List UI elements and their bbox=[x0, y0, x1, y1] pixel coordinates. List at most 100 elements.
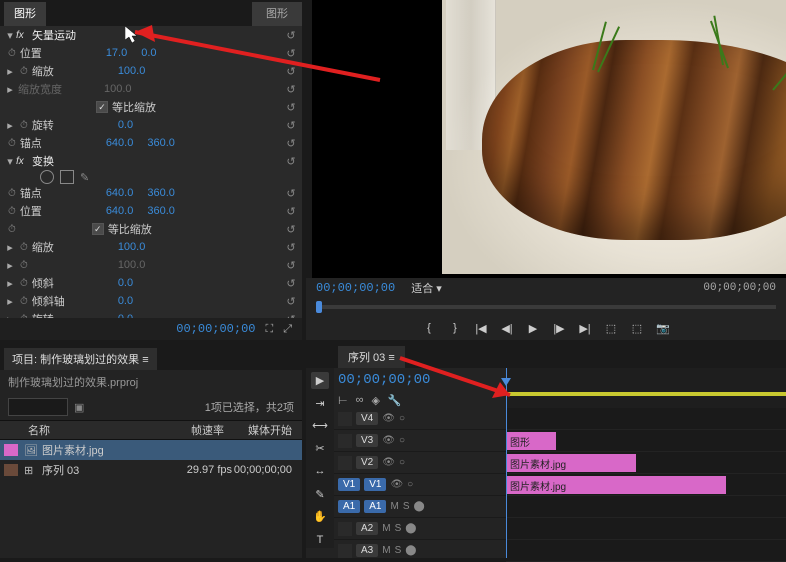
track-row-a1[interactable] bbox=[506, 496, 786, 518]
scale-value[interactable]: 100.0 bbox=[118, 65, 160, 77]
type-tool[interactable]: T bbox=[311, 531, 329, 548]
mute-button[interactable]: M bbox=[390, 501, 398, 512]
marker-icon[interactable]: ◈ bbox=[371, 394, 379, 407]
twirl-icon[interactable]: ▸ bbox=[4, 65, 16, 78]
twirl-icon[interactable]: ▸ bbox=[4, 83, 16, 96]
t-skewaxis-value[interactable]: 0.0 bbox=[118, 295, 147, 307]
t-anchor-x[interactable]: 640.0 bbox=[106, 187, 148, 199]
twirl-icon[interactable]: ▸ bbox=[4, 295, 16, 308]
source-patch[interactable] bbox=[338, 544, 352, 558]
track-label[interactable]: V3 bbox=[356, 434, 378, 447]
stopwatch-icon[interactable]: ⏱ bbox=[20, 278, 28, 289]
track-row-v3[interactable]: 图形 bbox=[506, 430, 786, 452]
track-row-v4[interactable] bbox=[506, 408, 786, 430]
reset-icon[interactable]: ↺ bbox=[284, 295, 298, 308]
lock-icon[interactable]: ○ bbox=[399, 457, 405, 468]
twirl-icon[interactable]: ▸ bbox=[4, 259, 16, 272]
go-to-out-button[interactable]: ▶| bbox=[575, 320, 595, 336]
stopwatch-icon[interactable]: ⏱ bbox=[20, 66, 28, 77]
play-button[interactable]: ▶ bbox=[523, 320, 543, 336]
timeline-timecode[interactable]: 00;00;00;00 bbox=[338, 372, 502, 388]
eye-icon[interactable]: 👁 bbox=[382, 457, 395, 468]
lift-button[interactable]: ⬚ bbox=[601, 320, 621, 336]
source-patch-v1[interactable]: V1 bbox=[338, 478, 360, 491]
step-back-button[interactable]: ◀| bbox=[497, 320, 517, 336]
solo-button[interactable]: S bbox=[395, 545, 402, 556]
t-uniform-scale-checkbox[interactable]: 等比缩放 bbox=[92, 221, 152, 237]
tab-menu-icon[interactable]: ≡ bbox=[142, 354, 148, 366]
reset-icon[interactable]: ↺ bbox=[284, 223, 298, 236]
tab-menu-icon[interactable]: ≡ bbox=[388, 352, 394, 364]
reset-icon[interactable]: ↺ bbox=[284, 65, 298, 78]
zoom-icon[interactable]: ⛶ bbox=[265, 323, 273, 336]
reset-icon[interactable]: ↺ bbox=[284, 101, 298, 114]
source-patch[interactable] bbox=[338, 412, 352, 426]
stopwatch-icon[interactable]: ⏱ bbox=[8, 48, 16, 59]
reset-icon[interactable]: ↺ bbox=[284, 47, 298, 60]
reset-icon[interactable]: ↺ bbox=[284, 205, 298, 218]
stopwatch-icon[interactable]: ⏱ bbox=[8, 188, 16, 199]
track-label[interactable]: V2 bbox=[356, 456, 378, 469]
reset-icon[interactable]: ↺ bbox=[284, 29, 298, 42]
effect-timecode[interactable]: 00;00;00;00 bbox=[176, 322, 255, 336]
col-framerate[interactable]: 帧速率 bbox=[154, 422, 224, 438]
reset-icon[interactable]: ↺ bbox=[284, 277, 298, 290]
solo-button[interactable]: S bbox=[395, 523, 402, 534]
pen-mask-icon[interactable]: ✎ bbox=[80, 171, 89, 184]
track-label[interactable]: A1 bbox=[364, 500, 386, 513]
reset-icon[interactable]: ↺ bbox=[284, 187, 298, 200]
reset-icon[interactable]: ↺ bbox=[284, 83, 298, 96]
project-tab[interactable]: 项目: 制作玻璃划过的效果 ≡ bbox=[4, 348, 157, 370]
lock-icon[interactable]: ○ bbox=[399, 413, 405, 424]
track-row-v1[interactable]: 图片素材.jpg bbox=[506, 474, 786, 496]
snap-icon[interactable]: ⊢ bbox=[338, 394, 348, 407]
program-timecode[interactable]: 00;00;00;00 bbox=[316, 281, 395, 295]
stopwatch-icon[interactable]: ⏱ bbox=[8, 138, 16, 149]
source-patch[interactable] bbox=[338, 434, 352, 448]
stopwatch-icon[interactable]: ⏱ bbox=[20, 296, 28, 307]
solo-button[interactable]: S bbox=[403, 501, 410, 512]
timeline-ruler[interactable] bbox=[506, 368, 786, 412]
track-content[interactable]: 图形 图片素材.jpg 图片素材.jpg bbox=[506, 408, 786, 558]
position-y-value[interactable]: 0.0 bbox=[141, 47, 170, 59]
project-search-input[interactable] bbox=[8, 398, 68, 416]
track-label[interactable]: A3 bbox=[356, 544, 378, 557]
source-patch[interactable] bbox=[338, 456, 352, 470]
tab-graphics[interactable]: 图形 bbox=[4, 2, 46, 26]
t-pos-x[interactable]: 640.0 bbox=[106, 205, 148, 217]
track-label[interactable]: V4 bbox=[356, 412, 378, 425]
track-header-v4[interactable]: V4 👁 ○ bbox=[334, 408, 506, 430]
anchor-x-value[interactable]: 640.0 bbox=[106, 137, 148, 149]
voice-record-icon[interactable]: ⬤ bbox=[405, 545, 416, 556]
stopwatch-icon[interactable]: ⏱ bbox=[8, 206, 16, 217]
ripple-tool[interactable]: ⟷ bbox=[311, 418, 329, 435]
project-item[interactable]: ⊞ 序列 03 29.97 fps 00;00;00;00 bbox=[0, 460, 302, 480]
razor-tool[interactable]: ✂ bbox=[311, 440, 329, 457]
fit-dropdown[interactable]: 适合 ▾ bbox=[411, 280, 442, 296]
lock-icon[interactable]: ○ bbox=[399, 435, 405, 446]
track-header-v2[interactable]: V2 👁 ○ bbox=[334, 452, 506, 474]
twirl-icon[interactable]: ▾ bbox=[4, 155, 16, 168]
track-header-a2[interactable]: A2 M S ⬤ bbox=[334, 518, 506, 540]
rotation-value[interactable]: 0.0 bbox=[118, 119, 147, 131]
fullscreen-icon[interactable]: ⤢ bbox=[283, 323, 292, 336]
twirl-icon[interactable]: ▸ bbox=[4, 277, 16, 290]
position-x-value[interactable]: 17.0 bbox=[106, 47, 141, 59]
voice-record-icon[interactable]: ⬤ bbox=[405, 523, 416, 534]
track-row-a2[interactable] bbox=[506, 518, 786, 540]
settings-icon[interactable]: 🔧 bbox=[388, 394, 402, 407]
slip-tool[interactable]: ↔ bbox=[311, 463, 329, 480]
t-pos-y[interactable]: 360.0 bbox=[147, 205, 189, 217]
track-row-v2[interactable]: 图片素材.jpg bbox=[506, 452, 786, 474]
col-name[interactable]: 名称 bbox=[4, 422, 154, 438]
extract-button[interactable]: ⬚ bbox=[627, 320, 647, 336]
clip-graphics[interactable]: 图形 bbox=[506, 432, 556, 450]
stopwatch-icon[interactable]: ⏱ bbox=[20, 242, 28, 253]
track-row-a3[interactable] bbox=[506, 540, 786, 562]
timeline-tab[interactable]: 序列 03 ≡ bbox=[338, 346, 405, 368]
clip-v1[interactable]: 图片素材.jpg bbox=[506, 476, 726, 494]
source-patch-a1[interactable]: A1 bbox=[338, 500, 360, 513]
track-header-v1[interactable]: V1 V1 👁 ○ bbox=[334, 474, 506, 496]
twirl-icon[interactable]: ▸ bbox=[4, 119, 16, 132]
reset-icon[interactable]: ↺ bbox=[284, 119, 298, 132]
